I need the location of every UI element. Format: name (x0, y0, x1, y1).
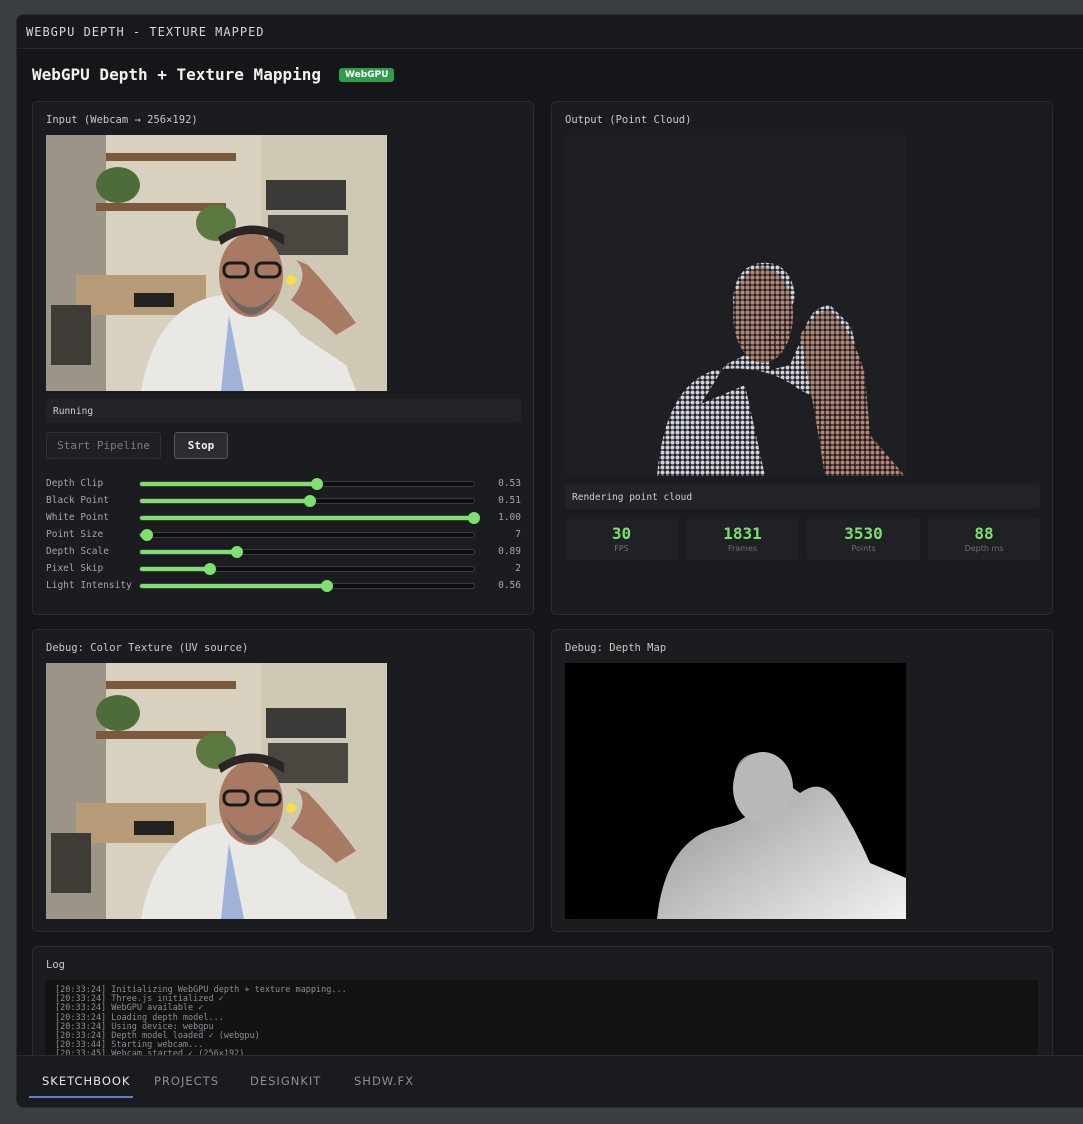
slider-label: Light Intensity (46, 580, 132, 591)
slider-fill (140, 549, 237, 554)
slider-thumb[interactable] (204, 562, 217, 575)
nav-active-indicator (29, 1096, 133, 1098)
slider-fill (140, 583, 328, 588)
slider-track[interactable] (139, 511, 480, 524)
stat-fps: 30 FPS (565, 518, 678, 560)
slider-row: Depth Scale 0.89 (46, 543, 521, 560)
slider-track[interactable] (139, 562, 475, 575)
page-header: WebGPU Depth + Texture Mapping WebGPU (32, 65, 395, 84)
stat-depth-ms: 88 Depth ms (928, 518, 1040, 560)
slider-thumb[interactable] (321, 579, 334, 592)
slider-row: Light Intensity 0.56 (46, 577, 521, 594)
debug-depth-panel: Debug: Depth Map (551, 629, 1053, 932)
slider-row: White Point 1.00 (46, 509, 521, 526)
stop-button[interactable]: Stop (174, 432, 228, 459)
stat-frames: 1831 Frames (686, 518, 799, 560)
slider-track[interactable] (139, 494, 475, 507)
depth-map-preview (565, 663, 906, 919)
slider-track[interactable] (139, 528, 475, 541)
stat-label: Frames (727, 544, 758, 553)
app-window: WEBGPU DEPTH - TEXTURE MAPPED WebGPU Dep… (16, 14, 1083, 1108)
bottom-nav: SKETCHBOOK PROJECTS DESIGNKIT SHDW.FX (17, 1055, 1083, 1107)
input-panel: Input (Webcam → 256×192) Running Start P… (32, 101, 534, 615)
slider-track[interactable] (139, 545, 475, 558)
slider-label: Pixel Skip (46, 563, 104, 574)
slider-label: Black Point (46, 495, 109, 506)
stat-value: 30 (611, 524, 632, 543)
debug-color-title: Debug: Color Texture (UV source) (46, 642, 249, 654)
page-title: WebGPU Depth + Texture Mapping (32, 65, 321, 84)
stat-value: 3530 (844, 524, 883, 543)
input-status: Running (46, 399, 521, 423)
slider-label: Depth Scale (46, 546, 109, 557)
slider-label: White Point (46, 512, 109, 523)
slider-thumb[interactable] (230, 545, 243, 558)
nav-projects[interactable]: PROJECTS (154, 1074, 219, 1088)
slider-fill (140, 515, 474, 520)
stat-label: Depth ms (964, 544, 1004, 553)
nav-shdw-fx[interactable]: SHDW.FX (354, 1074, 414, 1088)
slider-row: Black Point 0.51 (46, 492, 521, 509)
slider-thumb[interactable] (304, 494, 317, 507)
slider-row: Depth Clip 0.53 (46, 475, 521, 492)
color-texture-preview (46, 663, 387, 919)
stat-value: 88 (974, 524, 994, 543)
slider-label: Depth Clip (46, 478, 104, 489)
log-title: Log (46, 959, 65, 971)
stat-label: Points (851, 544, 876, 553)
slider-value: 0.56 (498, 580, 521, 591)
start-pipeline-button[interactable]: Start Pipeline (46, 432, 161, 459)
slider-label: Point Size (46, 529, 104, 540)
output-status: Rendering point cloud (565, 485, 1040, 509)
slider-row: Point Size 7 (46, 526, 521, 543)
webgpu-badge: WebGPU (338, 67, 395, 82)
output-panel-title: Output (Point Cloud) (565, 114, 692, 126)
webcam-preview (46, 135, 387, 391)
log-output[interactable]: [20:33:24] Initializing WebGPU depth + t… (45, 980, 1038, 1060)
slider-thumb[interactable] (311, 477, 324, 490)
stat-points: 3530 Points (807, 518, 920, 560)
slider-fill (140, 566, 211, 571)
slider-fill (140, 481, 318, 486)
window-title: WEBGPU DEPTH - TEXTURE MAPPED (26, 24, 265, 39)
slider-thumb[interactable] (468, 511, 480, 524)
slider-value: 0.53 (498, 478, 521, 489)
slider-value: 7 (515, 529, 521, 540)
stat-value: 1831 (723, 524, 762, 543)
debug-depth-title: Debug: Depth Map (565, 642, 667, 654)
slider-value: 0.51 (498, 495, 521, 506)
slider-track[interactable] (139, 579, 475, 592)
slider-value: 2 (515, 563, 521, 574)
stat-label: FPS (614, 544, 629, 553)
slider-track[interactable] (139, 477, 475, 490)
slider-thumb[interactable] (140, 528, 153, 541)
point-cloud-canvas[interactable] (565, 135, 906, 476)
window-titlebar: WEBGPU DEPTH - TEXTURE MAPPED (17, 15, 1083, 49)
debug-color-panel: Debug: Color Texture (UV source) (32, 629, 534, 932)
slider-value: 0.89 (498, 546, 521, 557)
slider-value: 1.00 (498, 512, 521, 523)
slider-fill (140, 498, 311, 503)
slider-row: Pixel Skip 2 (46, 560, 521, 577)
nav-designkit[interactable]: DESIGNKIT (250, 1074, 321, 1088)
input-panel-title: Input (Webcam → 256×192) (46, 114, 198, 126)
nav-sketchbook[interactable]: SKETCHBOOK (42, 1074, 130, 1088)
output-panel: Output (Point Cloud) Rendering point clo… (551, 101, 1053, 615)
